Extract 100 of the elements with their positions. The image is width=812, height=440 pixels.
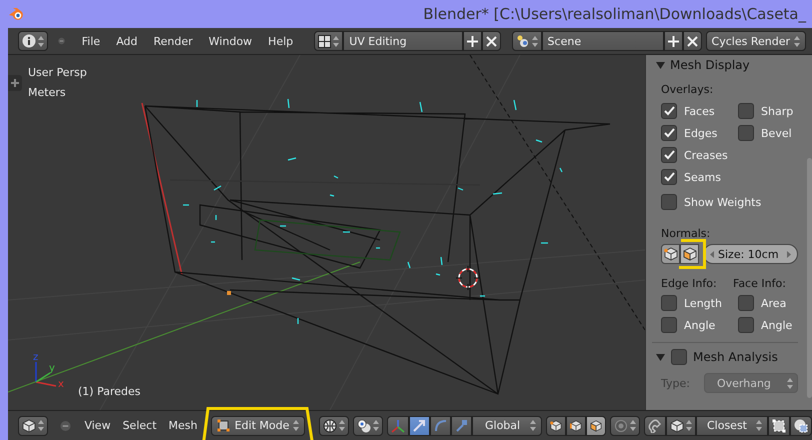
updown-arrows-icon [38,36,44,46]
layout-name-field[interactable]: UV Editing [343,31,464,51]
checkbox[interactable] [661,169,677,185]
checkbox-label: Creases [684,148,728,162]
manipulator-toggle-button[interactable] [386,416,409,436]
checkbox[interactable] [661,194,677,210]
checkbox-label: Angle [761,318,792,332]
mode-dropdown[interactable]: Edit Mode [211,416,306,436]
updown-arrows-icon [630,420,636,431]
highlight-marker-line [678,239,706,269]
axes-icon [390,418,405,432]
section-label: Face Info: [733,277,787,290]
manipulator-button[interactable] [408,416,430,436]
window-title: Blender* [C:\Users\realsoliman\Downloads\Caseta_ [423,5,806,23]
checkbox[interactable] [661,147,677,163]
updown-arrows-icon [338,420,345,431]
updown-arrows-icon [38,420,44,431]
scale-handle-icon [454,419,468,432]
updown-arrows-icon [787,378,793,388]
checkbox[interactable] [738,317,754,333]
snap-element-button[interactable] [666,416,696,436]
menu-item[interactable]: Help [262,34,300,48]
checkbox[interactable] [661,125,677,141]
checkbox[interactable] [738,125,754,141]
section-label: Normals: [661,227,712,240]
checkbox[interactable] [738,295,754,311]
shading-button[interactable] [318,416,349,436]
proportional-edit-button[interactable] [610,416,640,436]
collapse-icon[interactable] [60,420,71,432]
checkbox-label: Area [761,296,786,310]
menu-item[interactable]: Render [148,34,199,48]
checkbox-label: Bevel [761,126,792,140]
units-label: Meters [28,86,66,99]
menu-item[interactable]: Add [110,34,144,48]
plus-icon [668,36,679,46]
menu-item[interactable]: View [80,419,115,432]
menu-item[interactable]: File [76,34,106,48]
menu-item[interactable]: Select [118,419,161,432]
orientation-dropdown[interactable]: Global [472,416,542,436]
checkbox-label: Seams [684,170,721,184]
select-mode-button[interactable] [566,416,586,436]
cube-icon [22,418,36,432]
updown-arrows-icon [686,420,692,431]
target-icon [614,418,628,432]
updown-arrows-icon [532,36,538,46]
collapse-icon[interactable] [58,35,66,47]
axis-label: z [33,352,38,363]
checkbox-label: Edges [684,126,718,140]
editor-type-button[interactable] [18,31,48,51]
panel-title[interactable]: Mesh Display [670,58,750,72]
view-name-label: User Persp [28,66,87,79]
manipulator-button[interactable] [450,416,472,436]
manipulator-button[interactable] [430,416,451,436]
sphere-icon [322,418,337,432]
normals-toggle-button[interactable] [661,244,680,264]
snap-toggle-button[interactable] [644,416,666,436]
normals-toggle-button[interactable] [680,244,699,264]
menu-item[interactable]: Mesh [164,419,202,432]
pivot-button[interactable] [352,416,383,436]
cube-icon [682,247,696,261]
checkbox-label: Length [684,296,722,310]
checkbox-label: Angle [684,318,716,332]
checkbox[interactable] [661,103,677,119]
decrement-arrow-icon [710,250,714,258]
section-label: Overlays: [661,83,714,96]
normals-size-field[interactable]: Size: 10cm [703,244,798,264]
section-label: Edge Info: [661,277,718,290]
circles-icon [356,418,371,432]
delete-button[interactable] [682,31,702,51]
increment-arrow-icon [787,250,791,258]
checkbox[interactable] [661,295,677,311]
scene-icon [516,34,530,48]
expand-tools-button[interactable] [8,75,22,91]
close-icon [686,36,698,46]
scene-browse-button[interactable] [512,31,542,51]
mesh-icon [217,419,230,432]
expanded-arrow-icon[interactable] [656,60,665,70]
cube-icon [670,418,684,432]
add-button[interactable] [664,31,683,51]
select-mode-button[interactable] [546,416,566,436]
vertex-square-icon [772,418,786,432]
axis-label: y [49,363,55,374]
checkbox[interactable] [661,317,677,333]
editor-type-button[interactable] [18,416,48,436]
scrollbar[interactable] [807,158,812,398]
updown-arrows-icon [794,36,800,46]
add-button[interactable] [463,31,482,51]
updown-arrows-icon [293,420,300,431]
snap-target-dropdown[interactable]: Closest [696,416,768,436]
checkbox[interactable] [738,103,754,119]
scene-name-field[interactable]: Scene [542,31,664,51]
arc-icon [434,419,447,432]
layout-browse-button[interactable] [314,31,344,51]
3d-cursor-icon [456,266,480,290]
menu-item[interactable]: Window [202,34,258,48]
delete-button[interactable] [482,31,502,51]
snap-align-button[interactable] [768,416,790,436]
snap-peel-button[interactable] [790,416,812,436]
render-engine-dropdown[interactable]: Cycles Render [706,31,806,51]
select-mode-button[interactable] [586,416,606,436]
